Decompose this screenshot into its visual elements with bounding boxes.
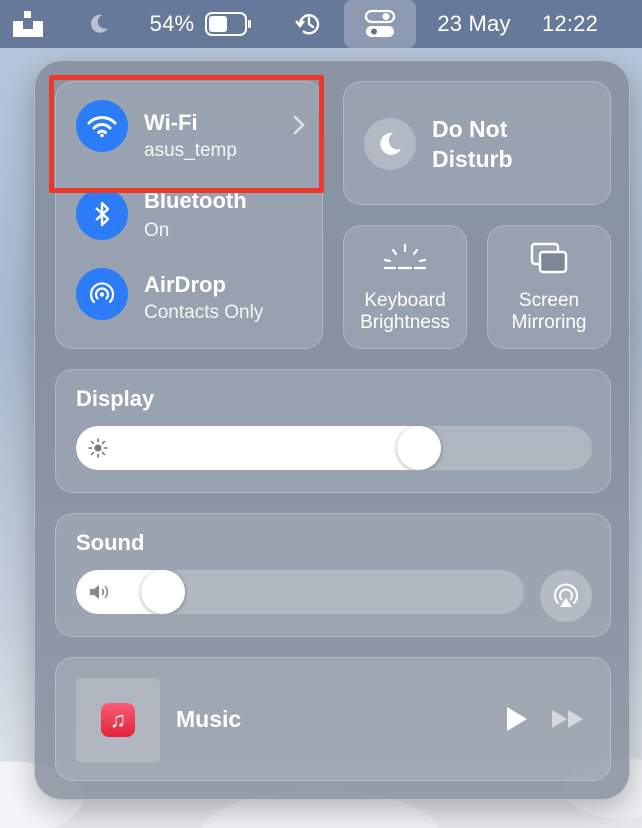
menu-time[interactable]: 12:22 [532,0,608,48]
menu-bar: 54% 23 May 12:22 [0,0,642,48]
now-playing-title: Music [176,706,242,732]
connectivity-card: Wi-Fi asus_temp Bluetooth On AirDrop Con… [55,81,323,349]
wifi-icon [87,116,117,138]
keyboard-brightness-icon [383,243,427,270]
do-not-disturb-card[interactable]: Do Not Disturb [343,81,611,205]
airdrop-status: Contacts Only [144,302,264,323]
bluetooth-toggle[interactable] [76,188,128,240]
bluetooth-label: Bluetooth [144,188,247,213]
play-icon[interactable] [502,704,530,734]
battery-percentage[interactable]: 54% [144,0,200,48]
airplay-audio-icon [554,583,578,607]
time-machine-icon[interactable] [292,0,326,48]
control-center-icon[interactable] [344,0,416,48]
moon-icon [380,132,401,155]
display-slider-knob[interactable] [397,426,441,470]
screen-mirroring-label: Screen Mirroring [511,290,587,333]
wifi-row[interactable]: Wi-Fi asus_temp [56,86,324,166]
chevron-right-icon[interactable] [292,114,306,136]
keyboard-brightness-card[interactable]: Keyboard Brightness [343,225,467,349]
airdrop-row[interactable]: AirDrop Contacts Only [56,262,324,342]
wifi-label: Wi-Fi [144,110,198,135]
fast-forward-icon[interactable] [550,708,586,730]
sun-icon [88,438,108,458]
music-app-icon: ♫ [101,703,135,737]
display-card: Display [55,369,611,493]
volume-slider-knob[interactable] [141,570,185,614]
sound-title: Sound [76,530,145,555]
airdrop-icon [89,282,115,304]
wifi-network-name: asus_temp [144,140,237,161]
bluetooth-status: On [144,220,170,241]
display-slider-fill [76,426,441,470]
display-title: Display [76,386,155,411]
speaker-icon [90,585,109,599]
control-center-panel: Wi-Fi asus_temp Bluetooth On AirDrop Con… [34,60,630,800]
airdrop-label: AirDrop [144,272,226,297]
display-brightness-slider[interactable] [76,426,592,470]
volume-slider[interactable] [76,570,524,614]
battery-icon[interactable] [204,0,254,48]
wifi-toggle[interactable] [76,100,128,152]
now-playing-card[interactable]: ♫ Music [55,657,611,781]
menu-date[interactable]: 23 May [428,0,520,48]
airplay-audio-button[interactable] [540,570,592,622]
app-menu-icon[interactable] [10,0,46,48]
album-artwork: ♫ [76,678,160,762]
screen-mirroring-icon [530,242,568,274]
keyboard-brightness-label: Keyboard Brightness [360,290,450,333]
bluetooth-icon [95,201,110,227]
sound-card: Sound [55,513,611,637]
bluetooth-row[interactable]: Bluetooth On [56,186,324,266]
screen-mirroring-card[interactable]: Screen Mirroring [487,225,611,349]
do-not-disturb-toggle[interactable] [364,118,416,170]
moon-icon[interactable] [84,0,114,48]
do-not-disturb-label: Do Not Disturb [432,116,513,172]
airdrop-toggle[interactable] [76,268,128,320]
